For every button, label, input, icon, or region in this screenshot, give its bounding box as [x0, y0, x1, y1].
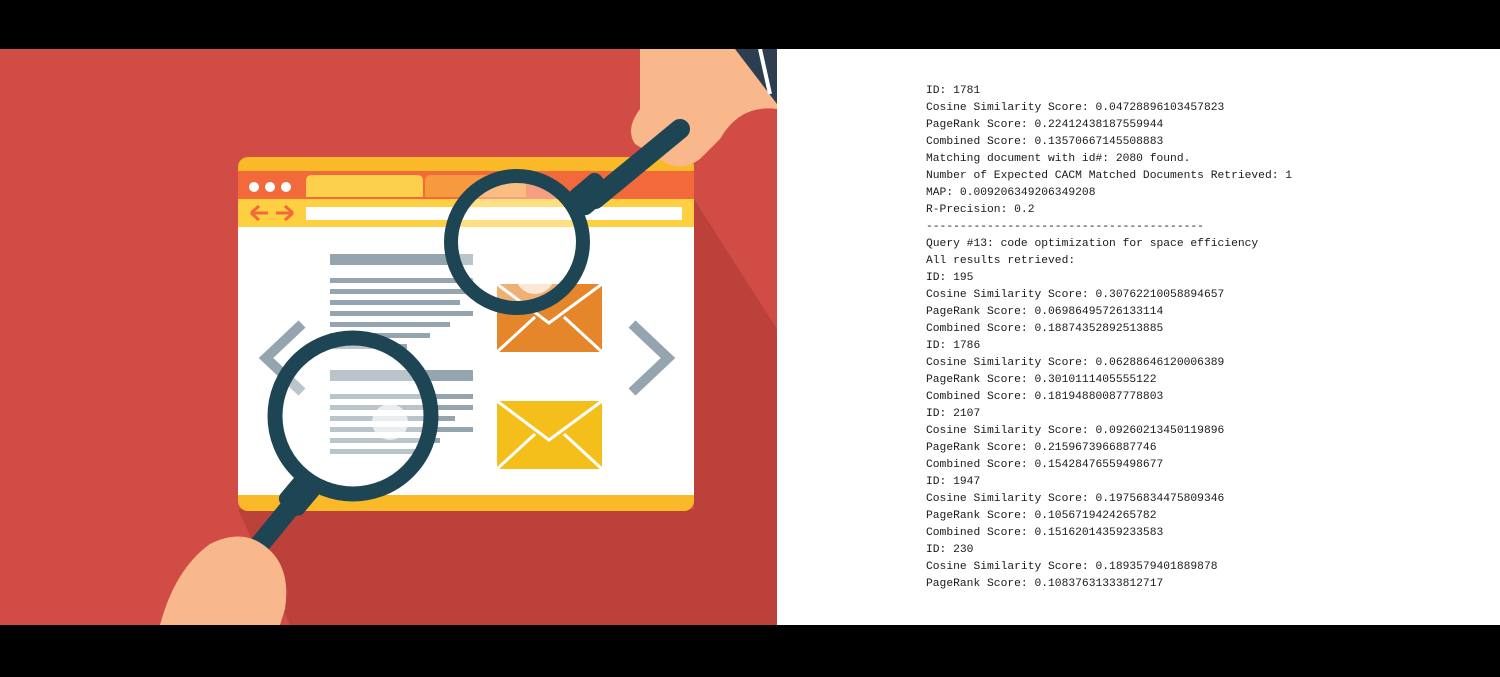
- letterbox-bottom: [0, 625, 1500, 677]
- console-line: Combined Score: 0.15162014359233583: [926, 527, 1164, 539]
- letterbox-top: [0, 0, 1500, 49]
- console-line: Cosine Similarity Score: 0.1893579401889…: [926, 561, 1218, 573]
- console-line: Combined Score: 0.18874352892513885: [926, 323, 1164, 335]
- console-line: ID: 2107: [926, 408, 981, 420]
- console-line: Query #13: code optimization for space e…: [926, 238, 1259, 250]
- console-line: ----------------------------------------…: [926, 221, 1204, 233]
- console-line: PageRank Score: 0.10837631333812717: [926, 578, 1164, 590]
- console-line: ID: 1947: [926, 476, 981, 488]
- console-line: PageRank Score: 0.06986495726133114: [926, 306, 1164, 318]
- slide-content: ID: 1781 Cosine Similarity Score: 0.04728…: [0, 49, 1500, 625]
- console-line: Number of Expected CACM Matched Document…: [926, 170, 1293, 182]
- console-line: R-Precision: 0.2: [926, 204, 1035, 216]
- console-line: MAP: 0.009206349206349208: [926, 187, 1096, 199]
- console-line: PageRank Score: 0.3010111405555122: [926, 374, 1157, 386]
- console-line: ID: 230: [926, 544, 974, 556]
- console-line: ID: 1781: [926, 85, 981, 97]
- console-line: Cosine Similarity Score: 0.0926021345011…: [926, 425, 1225, 437]
- console-line: Matching document with id#: 2080 found.: [926, 153, 1191, 165]
- console-output: ID: 1781 Cosine Similarity Score: 0.04728…: [926, 83, 1292, 593]
- console-line: Combined Score: 0.18194880087778803: [926, 391, 1164, 403]
- console-line: Cosine Similarity Score: 0.1975683447580…: [926, 493, 1225, 505]
- envelope-icon: [495, 399, 604, 471]
- illustration-canvas: [0, 49, 777, 625]
- console-line: Cosine Similarity Score: 0.0628864612000…: [926, 357, 1225, 369]
- console-line: ID: 1786: [926, 340, 981, 352]
- console-line: Cosine Similarity Score: 0.0472889610345…: [926, 102, 1225, 114]
- console-line: ID: 195: [926, 272, 974, 284]
- console-line: PageRank Score: 0.22412438187559944: [926, 119, 1164, 131]
- console-line: PageRank Score: 0.1056719424265782: [926, 510, 1157, 522]
- search-illustration: [0, 49, 777, 625]
- console-line: Cosine Similarity Score: 0.3076221005889…: [926, 289, 1225, 301]
- console-output-panel: ID: 1781 Cosine Similarity Score: 0.04728…: [777, 49, 1500, 625]
- console-line: Combined Score: 0.15428476559498677: [926, 459, 1164, 471]
- console-line: PageRank Score: 0.2159673966887746: [926, 442, 1157, 454]
- console-line: Combined Score: 0.13570667145508883: [926, 136, 1164, 148]
- console-line: All results retrieved:: [926, 255, 1076, 267]
